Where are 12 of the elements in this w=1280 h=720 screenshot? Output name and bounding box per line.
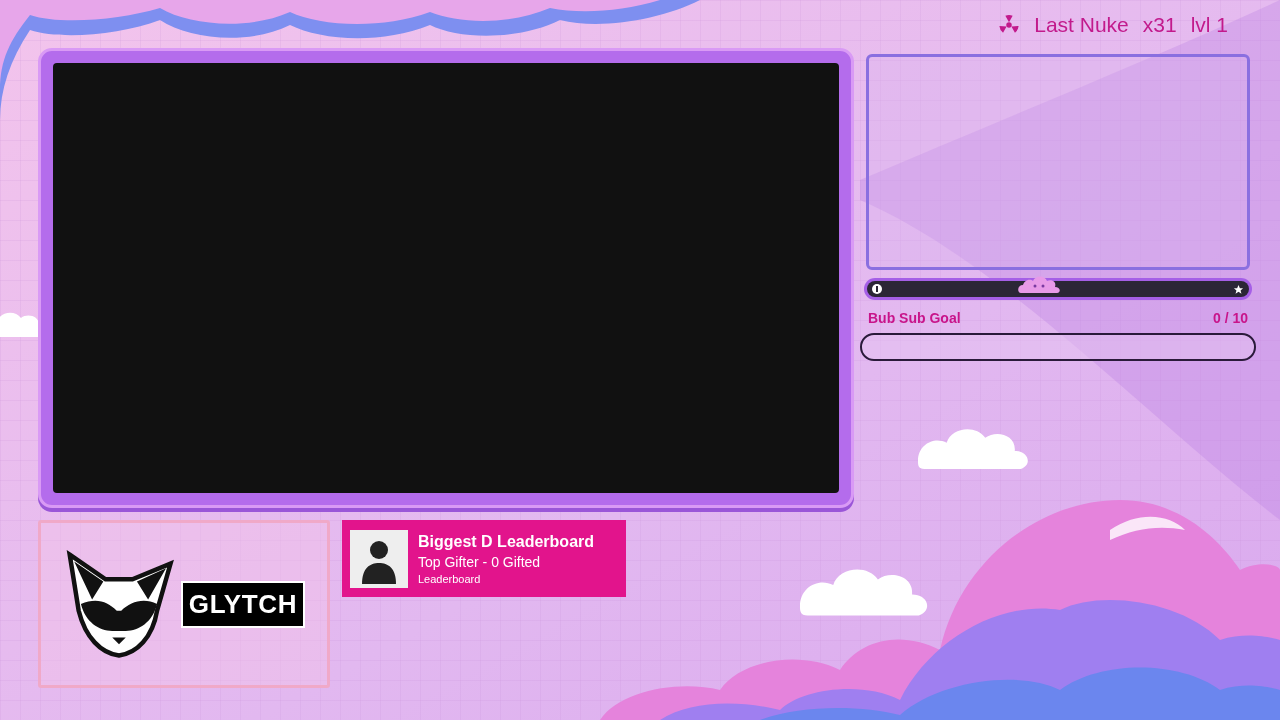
nuke-count: x31 [1142,12,1177,39]
leaderboard-title: Biggest D Leaderboard [418,532,595,552]
logo-text: GLYTCH [180,580,306,628]
leaderboard-caption: Leaderboard [418,572,482,586]
leaderboard-subtitle: Top Gifter - 0 Gifted [418,553,542,572]
sub-goal-title: Bub Sub Goal [868,309,961,328]
nuke-label: Last Nuke [1034,12,1129,39]
sub-goal-count: 0 / 10 [1212,309,1248,328]
coin-icon [872,284,882,294]
person-avatar-icon [350,529,408,588]
nuke-level: lvl 1 [1190,12,1228,39]
star-icon [1233,283,1244,295]
